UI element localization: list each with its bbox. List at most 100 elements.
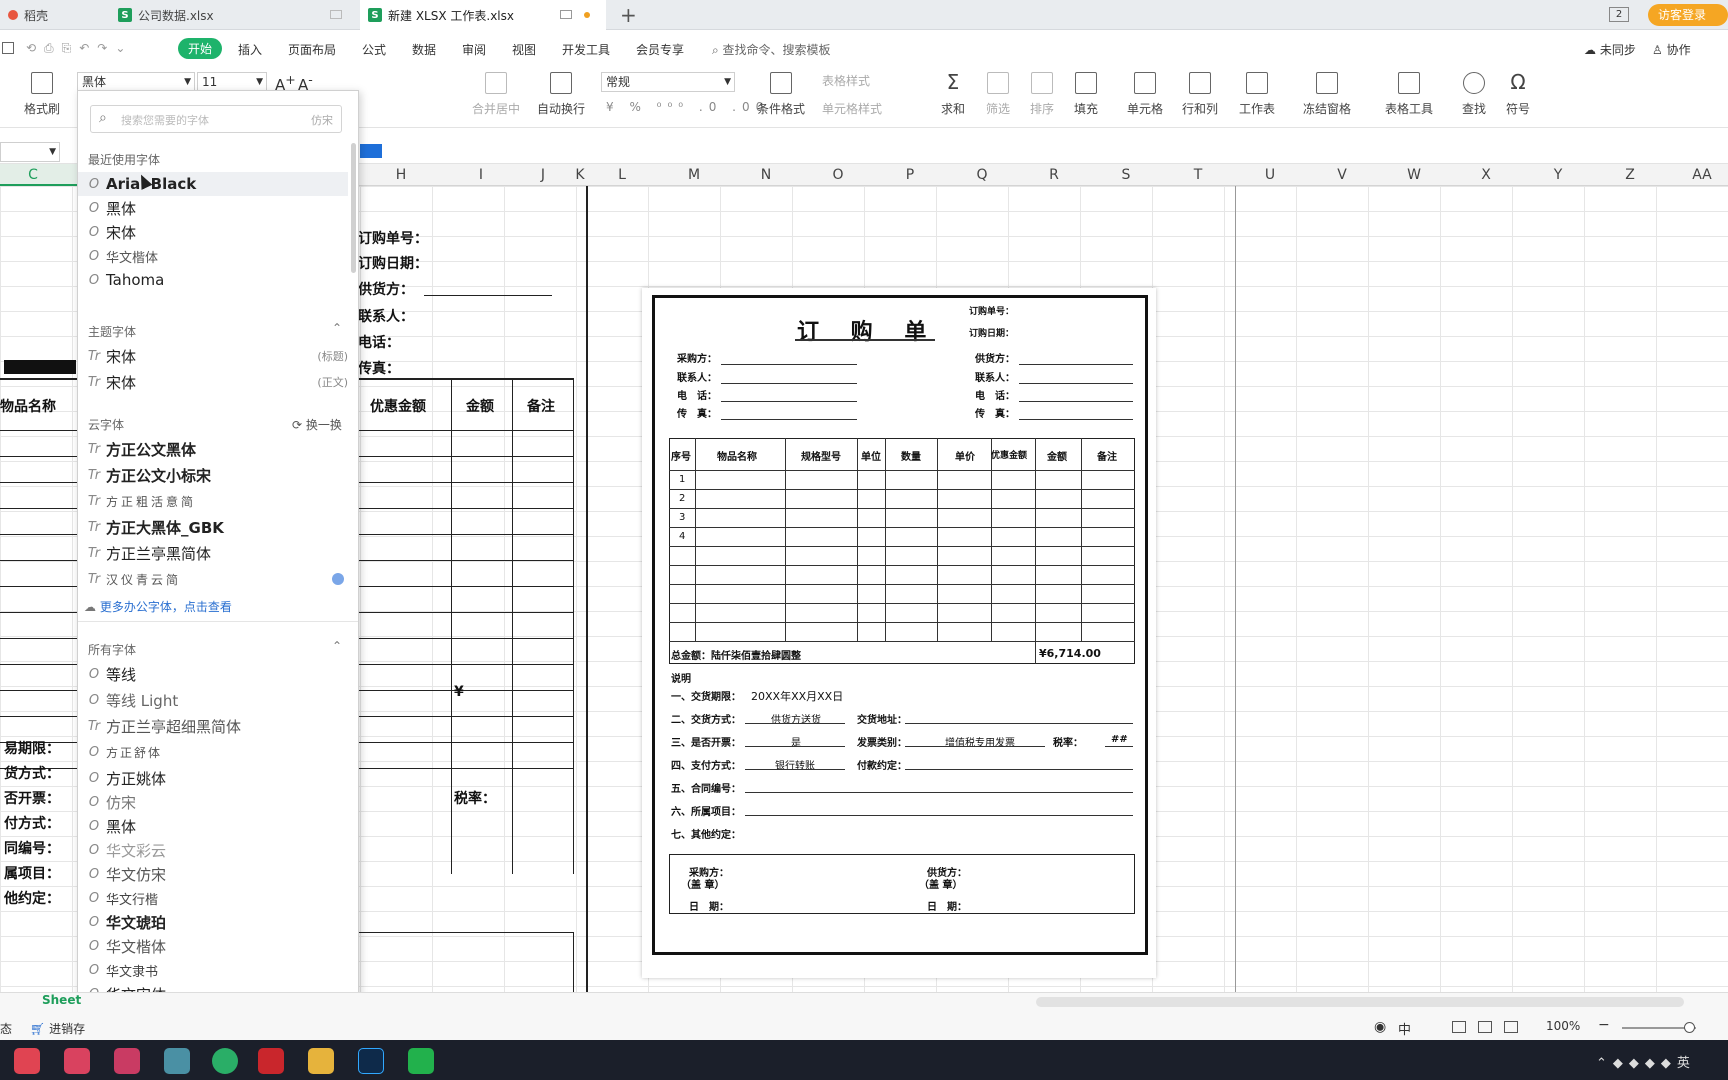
font-item-cloud[interactable]: Tr 方正大黑体_GBK (78, 515, 348, 539)
app-taskbar-icon[interactable] (64, 1048, 90, 1074)
chevron-up-icon[interactable]: ⌃ (332, 639, 342, 653)
format-painter-button[interactable]: 格式刷 (22, 72, 62, 117)
collab-button[interactable]: ♙ 协作 (1652, 41, 1691, 58)
cell-button[interactable]: 单元格 (1122, 72, 1168, 117)
freeze-panes-button[interactable]: 冻结窗格 (1296, 72, 1358, 117)
sheet-tab[interactable]: Sheet (36, 993, 87, 1011)
name-box[interactable]: ▼ (0, 142, 60, 162)
page-break-view-icon[interactable] (1504, 1021, 1518, 1033)
font-item-all[interactable]: O 等线 (78, 662, 348, 686)
chevron-up-icon[interactable]: ⌃ (332, 321, 342, 335)
eye-icon[interactable]: ◉ (1374, 1019, 1386, 1035)
font-item-all[interactable]: O 仿宋 (78, 790, 348, 814)
font-item-heiti[interactable]: O 黑体 (78, 196, 348, 220)
column-header-m[interactable]: M (684, 167, 704, 183)
font-item-all[interactable]: O 华文琥珀 (78, 910, 348, 934)
symbol-button[interactable]: Ω 符号 (1500, 72, 1536, 117)
dropdown-scrollbar[interactable] (351, 143, 356, 273)
menu-formula[interactable]: 公式 (362, 41, 386, 58)
font-item-all[interactable]: O 黑体 (78, 814, 348, 838)
sum-button[interactable]: Σ 求和 (935, 72, 971, 117)
table-style-button[interactable]: 表格样式 (822, 72, 902, 89)
column-header-z[interactable]: Z (1620, 167, 1640, 183)
font-item-all[interactable]: O 华文隶书 (78, 958, 348, 982)
column-header-w[interactable]: W (1404, 167, 1424, 183)
merge-center-button[interactable]: 合并居中 (466, 72, 526, 117)
font-item-cloud[interactable]: Tr 方正公文黑体 (78, 437, 348, 461)
column-header-c[interactable]: C (23, 167, 43, 183)
file-explorer-icon[interactable] (308, 1048, 334, 1074)
font-item-all[interactable]: O 方正舒体 (78, 740, 348, 764)
tab-new-xlsx[interactable]: S 新建 XLSX 工作表.xlsx (360, 0, 606, 30)
column-header-t[interactable]: T (1188, 167, 1208, 183)
cloud-refresh-button[interactable]: ⟳ 换一换 (292, 416, 342, 433)
font-item-all[interactable]: O 方正姚体 (78, 766, 348, 790)
font-item-cloud[interactable]: Tr 方正兰亭黑简体 (78, 541, 348, 565)
app-taskbar-icon[interactable] (164, 1048, 190, 1074)
font-item-cloud[interactable]: Tr 汉仪青云简 (78, 567, 348, 591)
menu-data[interactable]: 数据 (412, 41, 436, 58)
menu-page-layout[interactable]: 页面布局 (288, 41, 336, 58)
font-item-all[interactable]: O 华文行楷 (78, 886, 348, 910)
fill-button[interactable]: 填充 (1068, 72, 1104, 117)
menu-member[interactable]: 会员专享 (636, 41, 684, 58)
normal-view-icon[interactable] (1452, 1021, 1466, 1033)
column-header-aa[interactable]: AA (1692, 167, 1712, 183)
column-header-l[interactable]: L (612, 167, 632, 183)
command-search[interactable]: ⌕ 查找命令、搜索模板 (712, 41, 831, 58)
column-header-h[interactable]: H (391, 167, 411, 183)
wps-icon[interactable] (258, 1048, 284, 1074)
font-item-all[interactable]: O 华文楷体 (78, 934, 348, 958)
font-item-all[interactable]: O 华文仿宋 (78, 862, 348, 886)
page-count-badge[interactable]: 2 (1609, 7, 1629, 22)
app-taskbar-icon[interactable] (408, 1048, 434, 1074)
new-tab-plus-icon[interactable]: + (620, 3, 637, 27)
conditional-format-button[interactable]: 条件格式 (752, 72, 810, 117)
column-header-o[interactable]: O (828, 167, 848, 183)
font-item-all[interactable]: Tr 方正兰亭超细黑简体 (78, 714, 348, 738)
font-item-tahoma[interactable]: O Tahoma (78, 268, 348, 292)
font-item-huawen-kaiti[interactable]: O 华文楷体 (78, 244, 348, 268)
app-taskbar-icon[interactable] (14, 1048, 40, 1074)
font-item-all[interactable]: O 等线 Light (78, 688, 348, 712)
table-tools-button[interactable]: 表格工具 (1378, 72, 1440, 117)
font-item-songti[interactable]: O 宋体 (78, 220, 348, 244)
cell-style-button[interactable]: 单元格样式 (822, 100, 912, 117)
column-header-s[interactable]: S (1116, 167, 1136, 183)
menu-start[interactable]: 开始 (178, 38, 223, 59)
app-taskbar-icon[interactable] (114, 1048, 140, 1074)
filter-button[interactable]: 筛选 (980, 72, 1016, 117)
font-search-input[interactable]: ⌕ 搜索您需要的字体 仿宋 (90, 105, 342, 133)
save-icon[interactable] (2, 42, 14, 54)
wechat-icon[interactable] (212, 1048, 238, 1074)
menu-insert[interactable]: 插入 (238, 41, 262, 58)
wrap-text-button[interactable]: 自动换行 (534, 72, 588, 117)
horizontal-scrollbar[interactable] (1036, 997, 1684, 1007)
find-button[interactable]: 查找 (1456, 72, 1492, 117)
photoshop-icon[interactable] (358, 1048, 384, 1074)
font-name-select[interactable]: 黑体 ▼ (77, 72, 195, 92)
sales-inventory-button[interactable]: 🛒︎ 进销存 (30, 1020, 85, 1037)
column-header-q[interactable]: Q (972, 167, 992, 183)
column-header-v[interactable]: V (1332, 167, 1352, 183)
unsync-button[interactable]: ☁ 未同步 (1584, 41, 1636, 58)
page-layout-view-icon[interactable] (1478, 1021, 1492, 1033)
tab-company-data[interactable]: S 公司数据.xlsx (110, 0, 356, 30)
worksheet-button[interactable]: 工作表 (1234, 72, 1280, 117)
visitor-login-button[interactable]: 访客登录 (1648, 4, 1728, 26)
row-col-button[interactable]: 行和列 (1176, 72, 1224, 117)
menu-review[interactable]: 审阅 (462, 41, 486, 58)
column-header-i[interactable]: I (471, 167, 491, 183)
column-header-n[interactable]: N (756, 167, 776, 183)
column-header-r[interactable]: R (1044, 167, 1064, 183)
column-header-p[interactable]: P (900, 167, 920, 183)
font-item-cloud[interactable]: Tr 方正粗活意简 (78, 489, 348, 513)
menu-developer[interactable]: 开发工具 (562, 41, 610, 58)
font-item-theme-heading[interactable]: Tr 宋体 (标题) (78, 344, 348, 368)
zoom-out-icon[interactable]: − (1598, 1017, 1610, 1033)
column-header-k[interactable]: K (570, 167, 590, 183)
font-size-select[interactable]: 11 ▼ (197, 72, 267, 92)
font-item-arial-black[interactable]: O Arial Black (78, 172, 348, 196)
more-cloud-fonts-link[interactable]: ☁ 更多办公字体，点击查看 (84, 598, 232, 615)
zoom-level[interactable]: 100% (1546, 1019, 1580, 1033)
